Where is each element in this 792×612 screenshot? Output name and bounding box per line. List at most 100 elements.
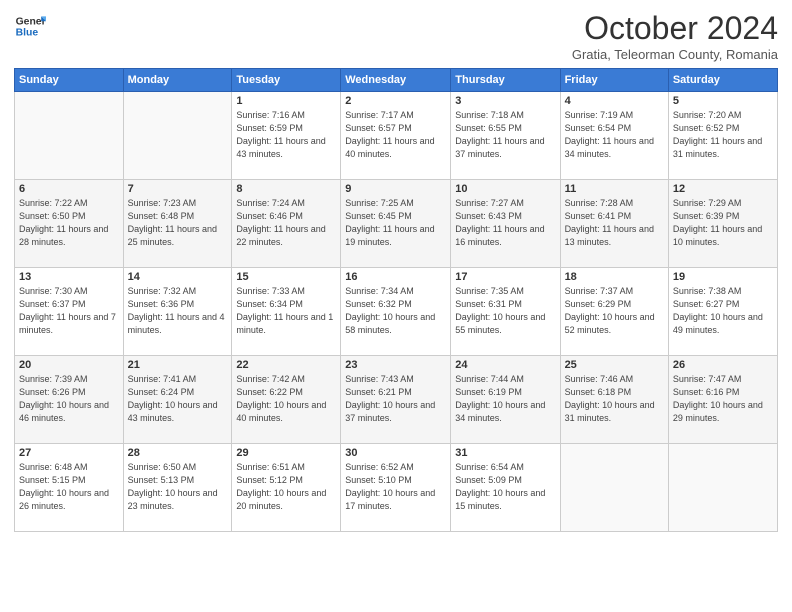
calendar-cell: 25 Sunrise: 7:46 AM Sunset: 6:18 PM Dayli…: [560, 356, 668, 444]
calendar-cell: 13 Sunrise: 7:30 AM Sunset: 6:37 PM Dayli…: [15, 268, 124, 356]
day-number: 12: [673, 183, 773, 195]
day-number: 9: [345, 183, 446, 195]
calendar-cell: 7 Sunrise: 7:23 AM Sunset: 6:48 PM Daylig…: [123, 180, 232, 268]
day-number: 6: [19, 183, 119, 195]
col-header-tuesday: Tuesday: [232, 69, 341, 92]
day-number: 29: [236, 447, 336, 459]
calendar-cell: 9 Sunrise: 7:25 AM Sunset: 6:45 PM Daylig…: [341, 180, 451, 268]
day-number: 13: [19, 271, 119, 283]
day-detail: Sunrise: 7:34 AM Sunset: 6:32 PM Dayligh…: [345, 285, 446, 337]
calendar-cell: 11 Sunrise: 7:28 AM Sunset: 6:41 PM Dayli…: [560, 180, 668, 268]
day-detail: Sunrise: 6:54 AM Sunset: 5:09 PM Dayligh…: [455, 461, 555, 513]
day-number: 31: [455, 447, 555, 459]
calendar-cell: 3 Sunrise: 7:18 AM Sunset: 6:55 PM Daylig…: [451, 92, 560, 180]
day-detail: Sunrise: 7:18 AM Sunset: 6:55 PM Dayligh…: [455, 109, 555, 161]
day-detail: Sunrise: 7:27 AM Sunset: 6:43 PM Dayligh…: [455, 197, 555, 249]
day-number: 11: [565, 183, 664, 195]
day-detail: Sunrise: 7:24 AM Sunset: 6:46 PM Dayligh…: [236, 197, 336, 249]
day-number: 15: [236, 271, 336, 283]
day-detail: Sunrise: 7:33 AM Sunset: 6:34 PM Dayligh…: [236, 285, 336, 337]
day-detail: Sunrise: 7:23 AM Sunset: 6:48 PM Dayligh…: [128, 197, 228, 249]
day-number: 16: [345, 271, 446, 283]
calendar-cell: 15 Sunrise: 7:33 AM Sunset: 6:34 PM Dayli…: [232, 268, 341, 356]
day-detail: Sunrise: 7:22 AM Sunset: 6:50 PM Dayligh…: [19, 197, 119, 249]
calendar-cell: 31 Sunrise: 6:54 AM Sunset: 5:09 PM Dayli…: [451, 444, 560, 532]
day-detail: Sunrise: 6:48 AM Sunset: 5:15 PM Dayligh…: [19, 461, 119, 513]
col-header-wednesday: Wednesday: [341, 69, 451, 92]
svg-text:Blue: Blue: [16, 28, 39, 39]
col-header-sunday: Sunday: [15, 69, 124, 92]
day-detail: Sunrise: 7:28 AM Sunset: 6:41 PM Dayligh…: [565, 197, 664, 249]
day-detail: Sunrise: 7:30 AM Sunset: 6:37 PM Dayligh…: [19, 285, 119, 337]
day-detail: Sunrise: 7:39 AM Sunset: 6:26 PM Dayligh…: [19, 373, 119, 425]
calendar-cell: 29Sunrise: 6:51 AM Sunset: 5:12 PM Dayli…: [232, 444, 341, 532]
calendar-cell: 16 Sunrise: 7:34 AM Sunset: 6:32 PM Dayli…: [341, 268, 451, 356]
day-detail: Sunrise: 7:46 AM Sunset: 6:18 PM Dayligh…: [565, 373, 664, 425]
day-detail: Sunrise: 7:47 AM Sunset: 6:16 PM Dayligh…: [673, 373, 773, 425]
day-number: 25: [565, 359, 664, 371]
day-detail: Sunrise: 7:25 AM Sunset: 6:45 PM Dayligh…: [345, 197, 446, 249]
calendar-cell: [668, 444, 777, 532]
calendar-cell: 12 Sunrise: 7:29 AM Sunset: 6:39 PM Dayli…: [668, 180, 777, 268]
calendar-cell: 23 Sunrise: 7:43 AM Sunset: 6:21 PM Dayli…: [341, 356, 451, 444]
calendar-cell: 8 Sunrise: 7:24 AM Sunset: 6:46 PM Daylig…: [232, 180, 341, 268]
day-detail: Sunrise: 7:19 AM Sunset: 6:54 PM Dayligh…: [565, 109, 664, 161]
day-detail: Sunrise: 7:16 AM Sunset: 6:59 PM Dayligh…: [236, 109, 336, 161]
calendar-cell: 22Sunrise: 7:42 AM Sunset: 6:22 PM Dayli…: [232, 356, 341, 444]
day-number: 22: [236, 359, 336, 371]
col-header-monday: Monday: [123, 69, 232, 92]
calendar-cell: 4Sunrise: 7:19 AM Sunset: 6:54 PM Daylig…: [560, 92, 668, 180]
col-header-friday: Friday: [560, 69, 668, 92]
day-number: 10: [455, 183, 555, 195]
day-number: 23: [345, 359, 446, 371]
day-detail: Sunrise: 7:41 AM Sunset: 6:24 PM Dayligh…: [128, 373, 228, 425]
day-detail: Sunrise: 7:35 AM Sunset: 6:31 PM Dayligh…: [455, 285, 555, 337]
calendar-cell: 24Sunrise: 7:44 AM Sunset: 6:19 PM Dayli…: [451, 356, 560, 444]
subtitle: Gratia, Teleorman County, Romania: [572, 47, 778, 62]
calendar-cell: 19 Sunrise: 7:38 AM Sunset: 6:27 PM Dayli…: [668, 268, 777, 356]
day-number: 5: [673, 95, 773, 107]
calendar-cell: 21 Sunrise: 7:41 AM Sunset: 6:24 PM Dayli…: [123, 356, 232, 444]
calendar-table: SundayMondayTuesdayWednesdayThursdayFrid…: [14, 68, 778, 532]
calendar-cell: 20 Sunrise: 7:39 AM Sunset: 6:26 PM Dayli…: [15, 356, 124, 444]
col-header-thursday: Thursday: [451, 69, 560, 92]
logo-icon: General Blue: [14, 10, 46, 42]
calendar-cell: [560, 444, 668, 532]
day-number: 28: [128, 447, 228, 459]
day-number: 17: [455, 271, 555, 283]
calendar-cell: [15, 92, 124, 180]
day-number: 26: [673, 359, 773, 371]
day-number: 19: [673, 271, 773, 283]
day-number: 30: [345, 447, 446, 459]
calendar-cell: [123, 92, 232, 180]
day-detail: Sunrise: 7:17 AM Sunset: 6:57 PM Dayligh…: [345, 109, 446, 161]
day-detail: Sunrise: 7:44 AM Sunset: 6:19 PM Dayligh…: [455, 373, 555, 425]
day-number: 8: [236, 183, 336, 195]
day-detail: Sunrise: 7:38 AM Sunset: 6:27 PM Dayligh…: [673, 285, 773, 337]
col-header-saturday: Saturday: [668, 69, 777, 92]
day-number: 1: [236, 95, 336, 107]
page-header: General Blue October 2024 Gratia, Teleor…: [14, 10, 778, 62]
day-number: 27: [19, 447, 119, 459]
calendar-cell: 2Sunrise: 7:17 AM Sunset: 6:57 PM Daylig…: [341, 92, 451, 180]
title-block: October 2024 Gratia, Teleorman County, R…: [572, 10, 778, 62]
calendar-cell: 17 Sunrise: 7:35 AM Sunset: 6:31 PM Dayli…: [451, 268, 560, 356]
calendar-cell: 30 Sunrise: 6:52 AM Sunset: 5:10 PM Dayli…: [341, 444, 451, 532]
day-number: 21: [128, 359, 228, 371]
calendar-cell: 6 Sunrise: 7:22 AM Sunset: 6:50 PM Daylig…: [15, 180, 124, 268]
day-number: 20: [19, 359, 119, 371]
calendar-cell: 18Sunrise: 7:37 AM Sunset: 6:29 PM Dayli…: [560, 268, 668, 356]
day-detail: Sunrise: 6:52 AM Sunset: 5:10 PM Dayligh…: [345, 461, 446, 513]
day-detail: Sunrise: 7:32 AM Sunset: 6:36 PM Dayligh…: [128, 285, 228, 337]
day-detail: Sunrise: 7:43 AM Sunset: 6:21 PM Dayligh…: [345, 373, 446, 425]
day-number: 18: [565, 271, 664, 283]
month-title: October 2024: [572, 10, 778, 47]
day-detail: Sunrise: 7:29 AM Sunset: 6:39 PM Dayligh…: [673, 197, 773, 249]
calendar-cell: 14Sunrise: 7:32 AM Sunset: 6:36 PM Dayli…: [123, 268, 232, 356]
day-number: 7: [128, 183, 228, 195]
calendar-cell: 26 Sunrise: 7:47 AM Sunset: 6:16 PM Dayli…: [668, 356, 777, 444]
day-number: 3: [455, 95, 555, 107]
logo: General Blue: [14, 10, 46, 42]
calendar-cell: 28Sunrise: 6:50 AM Sunset: 5:13 PM Dayli…: [123, 444, 232, 532]
calendar-cell: 27 Sunrise: 6:48 AM Sunset: 5:15 PM Dayli…: [15, 444, 124, 532]
